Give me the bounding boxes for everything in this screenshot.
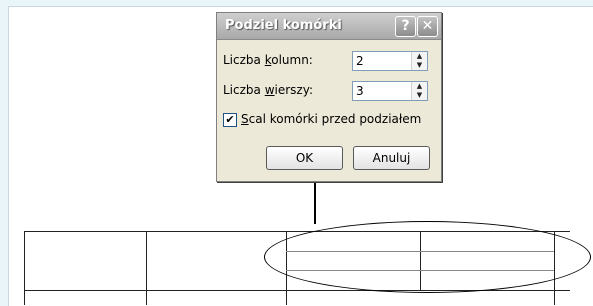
rows-up-icon[interactable]: ▲	[412, 82, 427, 91]
columns-spin-buttons: ▲ ▼	[411, 52, 427, 70]
rows-spin-buttons: ▲ ▼	[411, 82, 427, 100]
rows-spinner[interactable]: 3 ▲ ▼	[352, 81, 428, 101]
columns-down-icon[interactable]: ▼	[412, 61, 427, 70]
rows-label: Liczba wierszy:	[223, 83, 314, 97]
help-icon: ?	[401, 18, 410, 34]
close-icon: ✕	[421, 18, 434, 34]
checkmark-icon: ✔	[225, 113, 235, 126]
merge-cells-label[interactable]: Scal komórki przed podziałem	[241, 112, 421, 126]
connector-line	[314, 180, 316, 224]
close-button[interactable]: ✕	[417, 16, 438, 37]
cancel-button[interactable]: Anuluj	[353, 146, 430, 170]
columns-label: Liczba kolumn:	[223, 53, 313, 67]
columns-up-icon[interactable]: ▲	[412, 52, 427, 61]
rows-down-icon[interactable]: ▼	[412, 91, 427, 100]
dialog-titlebar[interactable]: Podziel komórki ? ✕	[217, 13, 441, 40]
ok-button[interactable]: OK	[266, 146, 343, 170]
merge-cells-checkbox[interactable]: ✔	[223, 113, 237, 127]
split-cells-dialog: Podziel komórki ? ✕ Liczba kolumn: 2 ▲ ▼…	[216, 12, 442, 182]
highlight-ellipse	[264, 221, 591, 293]
help-button[interactable]: ?	[395, 16, 416, 37]
columns-value[interactable]: 2	[356, 54, 364, 68]
rows-value[interactable]: 3	[356, 84, 364, 98]
columns-spinner[interactable]: 2 ▲ ▼	[352, 51, 428, 71]
dialog-title: Podziel komórki	[225, 18, 342, 33]
